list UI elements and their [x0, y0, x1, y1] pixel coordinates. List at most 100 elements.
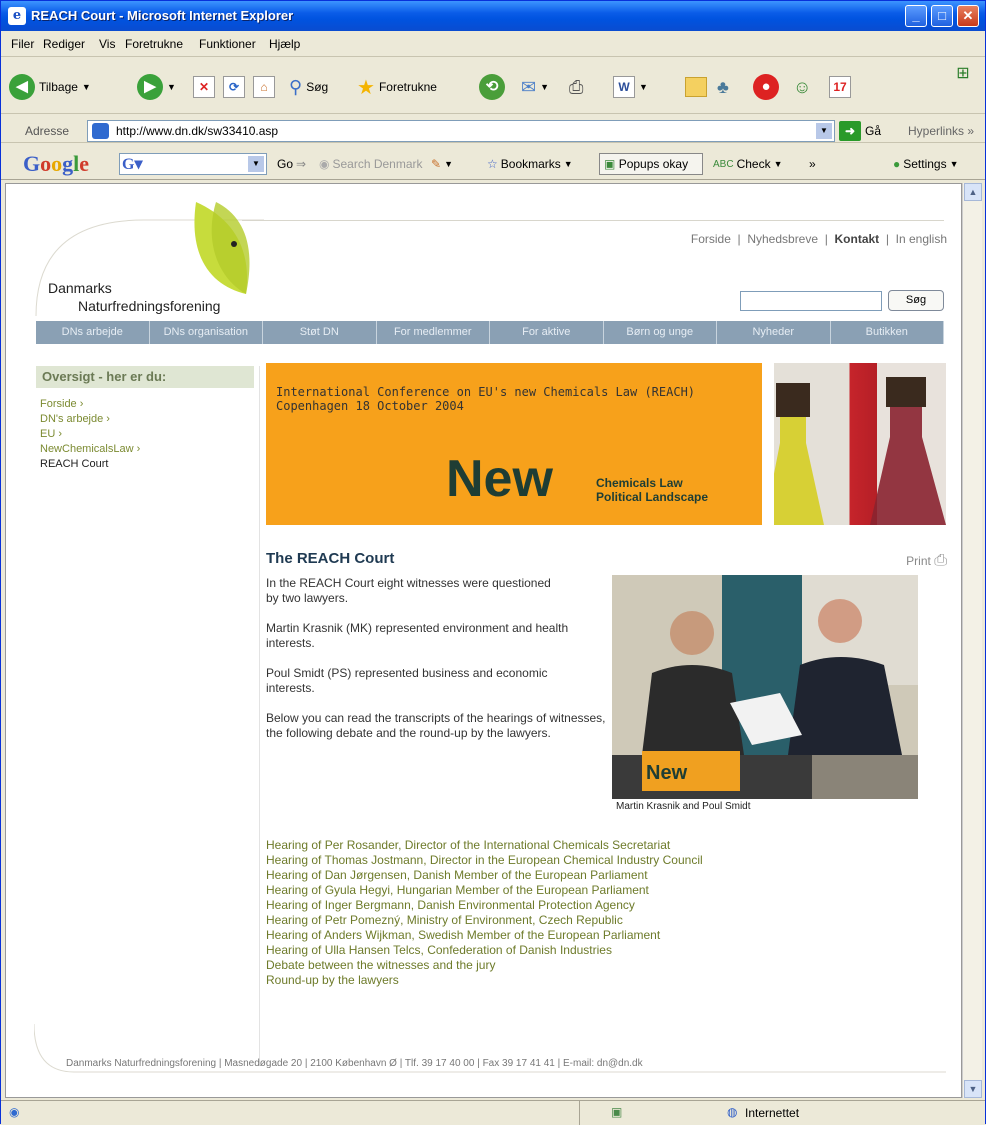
page-icon: [92, 123, 109, 139]
history-icon: ⟲: [479, 74, 505, 100]
site-logo-text[interactable]: Danmarks Naturfredningsforening: [48, 279, 220, 315]
scroll-down-icon[interactable]: ▼: [964, 1080, 982, 1098]
print-toolbar-button[interactable]: ⎙: [569, 73, 583, 101]
banner-sub-1: Chemicals Law: [596, 476, 683, 490]
menu-file[interactable]: Filer: [11, 37, 34, 51]
hearing-link[interactable]: Hearing of Dan Jørgensen, Danish Member …: [266, 868, 703, 883]
chevron-down-icon[interactable]: ▼: [248, 156, 264, 172]
title-bar[interactable]: e REACH Court - Microsoft Internet Explo…: [1, 1, 985, 31]
folder-icon: [685, 77, 707, 97]
menu-edit[interactable]: Rediger: [43, 37, 85, 51]
nav-for-aktive[interactable]: For aktive: [490, 321, 604, 344]
address-input[interactable]: http://www.dn.dk/sw33410.asp ▼: [87, 120, 835, 142]
link-kontakt[interactable]: Kontakt: [835, 232, 880, 246]
paragraph: In the REACH Court eight witnesses were …: [266, 576, 551, 605]
address-label: Adresse: [25, 124, 70, 138]
site-search-button[interactable]: Søg: [888, 290, 944, 311]
search-button[interactable]: ⚲ Søg: [289, 73, 328, 101]
popups-button[interactable]: ▣ Popups okay: [599, 153, 703, 175]
minimize-button[interactable]: _: [905, 5, 927, 27]
nav-dns-organisation[interactable]: DNs organisation: [150, 321, 263, 344]
banner-text: International Conference on EU's new Che…: [276, 385, 695, 413]
nav-nyheder[interactable]: Nyheder: [717, 321, 831, 344]
status-divider: [579, 1101, 580, 1125]
breadcrumb-dns-arbejde[interactable]: DN's arbejde ›: [40, 412, 140, 427]
hyperlinks-button[interactable]: Hyperlinks »: [908, 124, 974, 138]
round-up-link[interactable]: Round-up by the lawyers: [266, 973, 703, 988]
settings-button[interactable]: ● Settings ▼: [893, 157, 959, 171]
home-button[interactable]: ⌂: [253, 73, 275, 101]
vertical-scrollbar[interactable]: ▲ ▼: [962, 183, 982, 1098]
breadcrumb-new-chemicals-law[interactable]: NewChemicalsLaw ›: [40, 442, 140, 457]
mail-icon: ✉: [521, 76, 537, 97]
sidebar-title: Oversigt - her er du:: [36, 366, 254, 388]
star-icon: ★: [357, 76, 375, 99]
stop-button[interactable]: ✕: [193, 73, 215, 101]
hearing-link[interactable]: Hearing of Gyula Hegyi, Hungarian Member…: [266, 883, 703, 898]
menu-help[interactable]: Hjælp: [269, 37, 300, 51]
stop-icon: ✕: [193, 76, 215, 98]
site-search-input[interactable]: [740, 291, 882, 311]
hearing-link[interactable]: Hearing of Petr Pomezný, Ministry of Env…: [266, 913, 703, 928]
menu-tools[interactable]: Funktioner: [199, 37, 256, 51]
banner-sub-2: Political Landscape: [596, 490, 709, 504]
google-logo[interactable]: Google: [23, 151, 89, 177]
close-button[interactable]: ✕: [957, 5, 979, 27]
google-go-button[interactable]: Go ⇒: [277, 157, 306, 171]
spellcheck-icon: ABC: [713, 158, 734, 170]
globe-icon: ◍: [727, 1105, 738, 1119]
nav-dns-arbejde[interactable]: DNs arbejde: [36, 321, 150, 344]
link-forside[interactable]: Forside: [691, 232, 731, 246]
search-denmark-button[interactable]: ◉ Search Denmark: [319, 157, 423, 171]
breadcrumb-eu[interactable]: EU ›: [40, 427, 140, 442]
chevron-down-icon[interactable]: ▼: [816, 123, 832, 139]
hearing-link[interactable]: Hearing of Inger Bergmann, Danish Enviro…: [266, 898, 703, 913]
menu-favorites[interactable]: Foretrukne: [125, 37, 183, 51]
breadcrumb-forside[interactable]: Forside ›: [40, 397, 140, 412]
history-button[interactable]: ⟲: [479, 73, 505, 101]
mail-button[interactable]: ✉ ▼: [521, 73, 549, 101]
nav-stoet-dn[interactable]: Støt DN: [263, 321, 377, 344]
home-icon: ⌂: [253, 76, 275, 98]
hearing-link[interactable]: Hearing of Anders Wijkman, Swedish Membe…: [266, 928, 703, 943]
contacts-button[interactable]: ☺: [793, 73, 811, 101]
go-arrow-icon: ➜: [839, 121, 861, 141]
chevron-down-icon: ▼: [81, 82, 91, 92]
magnifier-icon: ⚲: [289, 76, 303, 97]
forward-button[interactable]: ▶ ▼: [137, 73, 176, 101]
back-button[interactable]: ◀ Tilbage ▼: [9, 73, 91, 101]
nav-boern-og-unge[interactable]: Børn og unge: [604, 321, 717, 344]
news-button[interactable]: ✎ ▼: [431, 157, 453, 171]
calendar-button[interactable]: 17: [829, 73, 851, 101]
google-search-input[interactable]: G▾ ▼: [119, 153, 267, 175]
more-button[interactable]: »: [809, 157, 816, 171]
print-button[interactable]: Print ⎙: [906, 552, 947, 570]
folder-button[interactable]: [685, 73, 707, 101]
nav-for-medlemmer[interactable]: For medlemmer: [377, 321, 490, 344]
banner-line-1: International Conference on EU's new Che…: [276, 385, 696, 399]
check-button[interactable]: ABC Check ▼: [713, 157, 783, 171]
maximize-button[interactable]: □: [931, 5, 953, 27]
check-label: Check: [736, 157, 771, 171]
toolbar-addon-button[interactable]: ●: [753, 73, 779, 101]
favorites-button[interactable]: ★ Foretrukne: [357, 73, 437, 101]
link-nyhedsbreve[interactable]: Nyhedsbreve: [747, 232, 818, 246]
refresh-button[interactable]: ⟳: [223, 73, 245, 101]
debate-link[interactable]: Debate between the witnesses and the jur…: [266, 958, 703, 973]
menu-view[interactable]: Vis: [99, 37, 115, 51]
back-arrow-icon: ◀: [9, 74, 35, 100]
go-button[interactable]: ➜ Gå: [839, 121, 881, 141]
hearing-link[interactable]: Hearing of Ulla Hansen Telcs, Confederat…: [266, 943, 703, 958]
edit-button[interactable]: W ▼: [613, 73, 648, 101]
logo-line-2: Naturfredningsforening: [78, 298, 221, 314]
hearing-link[interactable]: Hearing of Per Rosander, Director of the…: [266, 838, 703, 853]
link-in-english[interactable]: In english: [896, 232, 947, 246]
scroll-up-icon[interactable]: ▲: [964, 183, 982, 201]
nav-butikken[interactable]: Butikken: [831, 321, 944, 344]
hearing-link[interactable]: Hearing of Thomas Jostmann, Director in …: [266, 853, 703, 868]
messenger-button[interactable]: ♣: [717, 73, 729, 101]
bookmarks-button[interactable]: ☆ Bookmarks ▼: [487, 157, 573, 171]
address-url: http://www.dn.dk/sw33410.asp: [116, 124, 279, 138]
footer-frame: [34, 1024, 946, 1073]
back-label: Tilbage: [39, 80, 78, 94]
